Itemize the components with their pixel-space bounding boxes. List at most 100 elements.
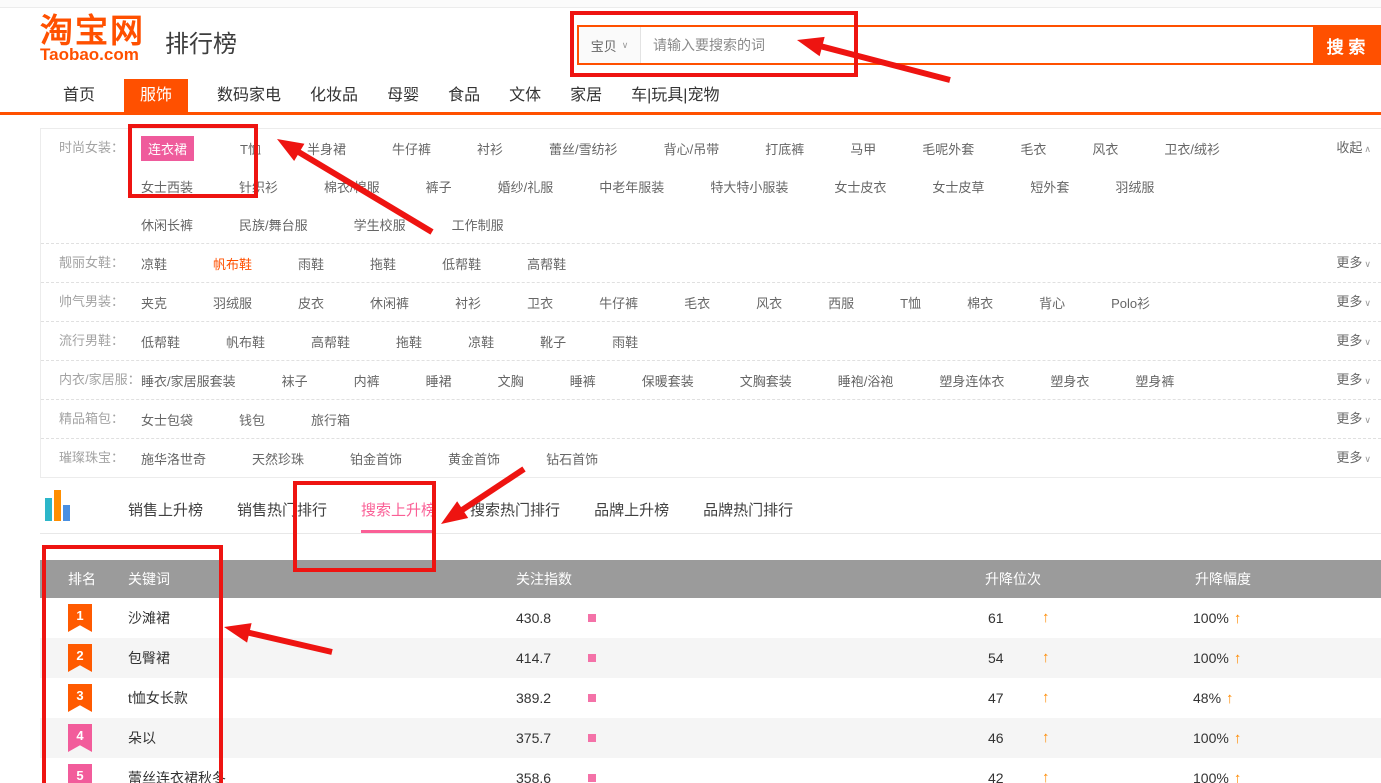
category-item[interactable]: 塑身衣: [1050, 371, 1089, 390]
category-item[interactable]: 帆布鞋: [226, 332, 265, 351]
category-item[interactable]: Polo衫: [1111, 293, 1150, 312]
category-item[interactable]: 卫衣: [527, 293, 553, 312]
category-item[interactable]: 皮衣: [298, 293, 324, 312]
nav-tab-9[interactable]: 车|玩具|宠物: [631, 79, 719, 112]
nav-tab-8[interactable]: 家居: [570, 79, 602, 112]
category-item[interactable]: 凉鞋: [141, 254, 167, 273]
nav-tab-7[interactable]: 文体: [509, 79, 541, 112]
category-item[interactable]: 钻石首饰: [546, 449, 598, 468]
category-item[interactable]: 睡袍/浴袍: [838, 371, 894, 390]
category-item[interactable]: 风衣: [756, 293, 782, 312]
nav-tab-3[interactable]: 数码家电: [217, 79, 281, 112]
category-item[interactable]: 黄金首饰: [448, 449, 500, 468]
category-item[interactable]: 背心/吊带: [664, 139, 720, 158]
rank-tab-5[interactable]: 品牌上升榜: [594, 499, 669, 533]
category-item[interactable]: 工作制服: [452, 215, 504, 234]
category-item[interactable]: 低帮鞋: [442, 254, 481, 273]
taobao-logo[interactable]: 淘宝网 Taobao.com: [40, 13, 145, 63]
category-item[interactable]: 帆布鞋: [213, 254, 252, 273]
nav-tab-4[interactable]: 化妆品: [310, 79, 358, 112]
keyword-link[interactable]: t恤女长款: [128, 678, 188, 718]
category-item[interactable]: 裤子: [426, 177, 452, 196]
category-item[interactable]: 雨鞋: [298, 254, 324, 273]
category-item[interactable]: 半身裙: [307, 139, 346, 158]
category-item[interactable]: 毛衣: [1020, 139, 1046, 158]
category-item[interactable]: 睡衣/家居服套装: [141, 371, 236, 390]
nav-tab-2[interactable]: 服饰: [124, 79, 188, 112]
category-item[interactable]: 羽绒服: [1115, 177, 1154, 196]
category-item[interactable]: 凉鞋: [468, 332, 494, 351]
more-link[interactable]: 更多∨: [1336, 439, 1371, 478]
category-item[interactable]: 夹克: [141, 293, 167, 312]
category-item[interactable]: 针织衫: [239, 177, 278, 196]
category-item[interactable]: 袜子: [282, 371, 308, 390]
keyword-link[interactable]: 沙滩裙: [128, 598, 170, 638]
nav-tab-6[interactable]: 食品: [448, 79, 480, 112]
keyword-link[interactable]: 朵以: [128, 718, 156, 758]
rank-tab-3[interactable]: 搜索上升榜: [361, 499, 436, 533]
category-item[interactable]: 文胸套装: [740, 371, 792, 390]
category-item[interactable]: 毛衣: [684, 293, 710, 312]
category-item[interactable]: 特大特小服装: [710, 177, 788, 196]
category-item[interactable]: 婚纱/礼服: [498, 177, 554, 196]
category-item[interactable]: 衬衫: [455, 293, 481, 312]
category-item[interactable]: 棉衣/棉服: [324, 177, 380, 196]
category-item[interactable]: 牛仔裤: [599, 293, 638, 312]
category-item[interactable]: 西服: [828, 293, 854, 312]
category-item[interactable]: 女士西装: [141, 177, 193, 196]
category-item[interactable]: 文胸: [498, 371, 524, 390]
rank-tab-2[interactable]: 销售热门排行: [237, 499, 327, 533]
keyword-link[interactable]: 包臀裙: [128, 638, 170, 678]
category-item[interactable]: 短外套: [1030, 177, 1069, 196]
category-item[interactable]: 塑身连体衣: [939, 371, 1004, 390]
category-item[interactable]: 保暖套装: [642, 371, 694, 390]
category-item[interactable]: 蕾丝/雪纺衫: [549, 139, 618, 158]
search-input[interactable]: [641, 27, 1313, 63]
category-item[interactable]: 休闲裤: [370, 293, 409, 312]
category-item[interactable]: 女士皮衣: [834, 177, 886, 196]
category-item[interactable]: 休闲长裤: [141, 215, 193, 234]
category-item[interactable]: 天然珍珠: [252, 449, 304, 468]
category-item[interactable]: 打底裤: [765, 139, 804, 158]
category-item[interactable]: 施华洛世奇: [141, 449, 206, 468]
category-item[interactable]: 衬衫: [477, 139, 503, 158]
more-link[interactable]: 更多∨: [1336, 244, 1371, 283]
category-item[interactable]: T恤: [240, 139, 261, 158]
category-item[interactable]: 低帮鞋: [141, 332, 180, 351]
category-item[interactable]: 背心: [1039, 293, 1065, 312]
rank-tab-1[interactable]: 销售上升榜: [128, 499, 203, 533]
category-item[interactable]: 风衣: [1092, 139, 1118, 158]
more-link[interactable]: 更多∨: [1336, 400, 1371, 439]
more-link[interactable]: 更多∨: [1336, 361, 1371, 400]
more-link[interactable]: 更多∨: [1336, 322, 1371, 361]
search-button[interactable]: 搜 索: [1313, 27, 1379, 63]
category-item[interactable]: 女士包袋: [141, 410, 193, 429]
category-item[interactable]: 钱包: [239, 410, 265, 429]
category-item[interactable]: 靴子: [540, 332, 566, 351]
category-item[interactable]: 马甲: [850, 139, 876, 158]
collapse-link[interactable]: 收起∧: [1336, 129, 1371, 168]
category-item[interactable]: 毛呢外套: [922, 139, 974, 158]
category-item[interactable]: 棉衣: [967, 293, 993, 312]
nav-tab-1[interactable]: 首页: [63, 79, 95, 112]
category-item[interactable]: 铂金首饰: [350, 449, 402, 468]
category-item[interactable]: 高帮鞋: [311, 332, 350, 351]
category-item[interactable]: 拖鞋: [370, 254, 396, 273]
category-item[interactable]: 高帮鞋: [527, 254, 566, 273]
category-item[interactable]: 旅行箱: [311, 410, 350, 429]
category-item[interactable]: T恤: [900, 293, 921, 312]
category-item[interactable]: 羽绒服: [213, 293, 252, 312]
category-item[interactable]: 连衣裙: [141, 136, 194, 161]
category-item[interactable]: 民族/舞台服: [239, 215, 308, 234]
category-item[interactable]: 牛仔裤: [392, 139, 431, 158]
category-item[interactable]: 中老年服装: [599, 177, 664, 196]
keyword-link[interactable]: 蕾丝连衣裙秋冬: [128, 758, 226, 783]
search-category-dropdown[interactable]: 宝贝 ∨: [579, 27, 641, 63]
category-item[interactable]: 睡裙: [426, 371, 452, 390]
nav-tab-5[interactable]: 母婴: [387, 79, 419, 112]
category-item[interactable]: 睡裤: [570, 371, 596, 390]
category-item[interactable]: 拖鞋: [396, 332, 422, 351]
rank-tab-6[interactable]: 品牌热门排行: [703, 499, 793, 533]
category-item[interactable]: 雨鞋: [612, 332, 638, 351]
category-item[interactable]: 女士皮草: [932, 177, 984, 196]
